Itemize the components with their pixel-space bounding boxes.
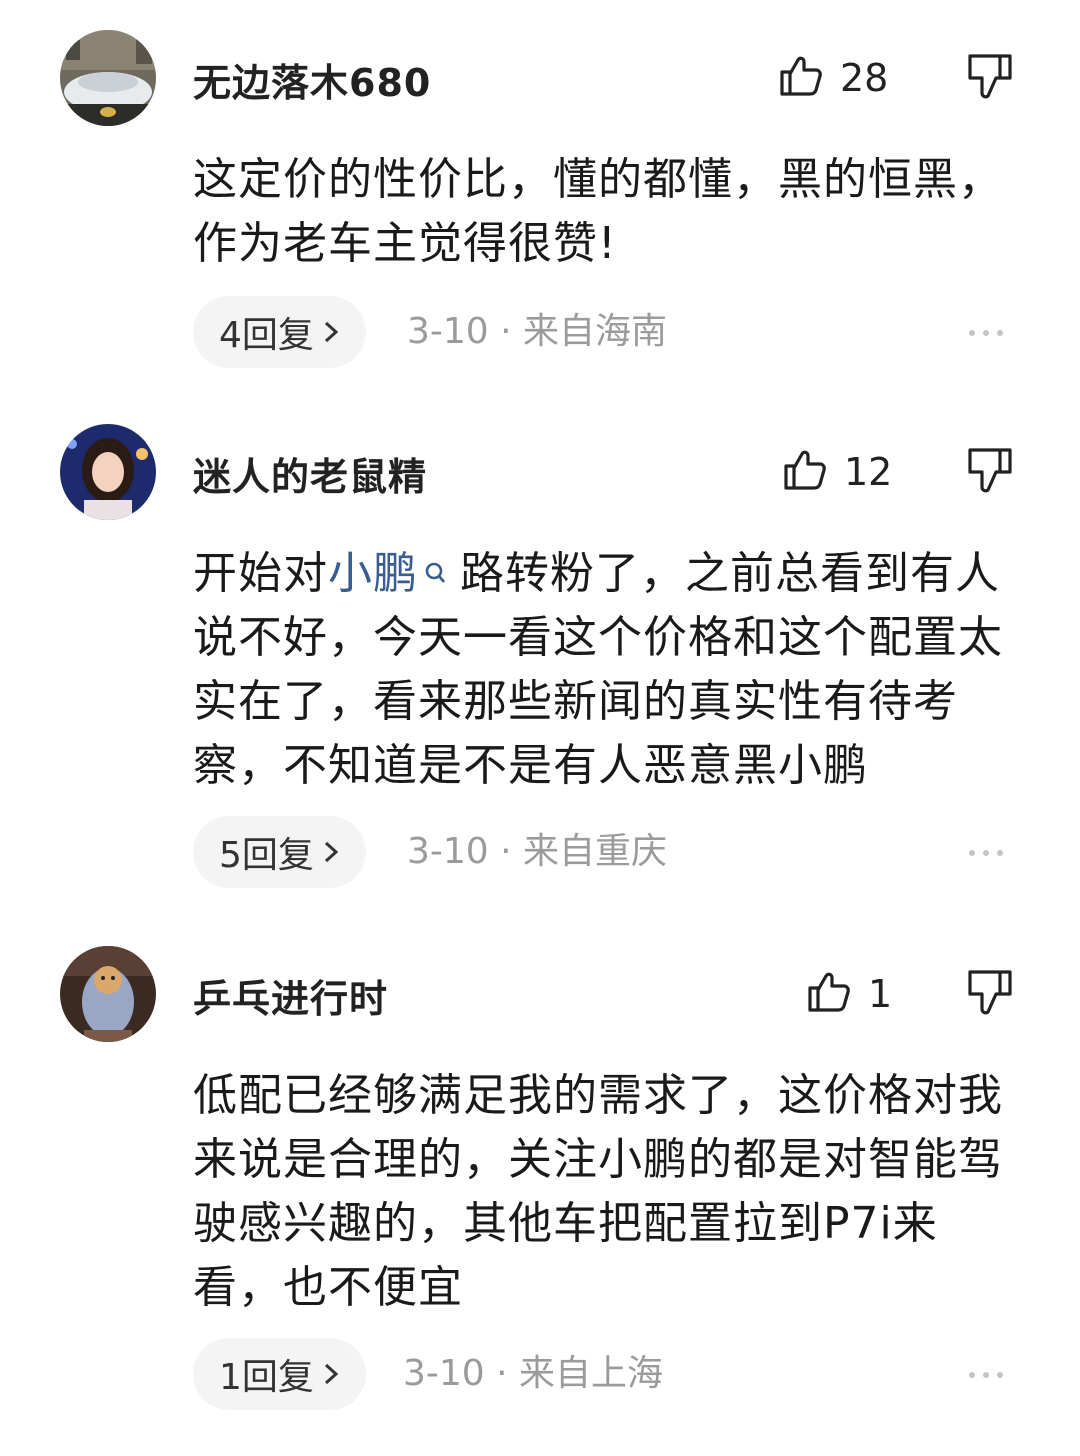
search-icon[interactable] (424, 542, 446, 606)
like-button[interactable]: 1 (804, 964, 892, 1024)
comment-text: 开始对小鹏 路转粉了，之前总看到有人说不好，今天一看这个价格和这个配置太实在了，看… (193, 542, 1023, 798)
comment-meta: 4回复 3-10 · 来自海南 (193, 296, 1023, 368)
replies-button[interactable]: 5回复 (193, 816, 366, 888)
comment-info: 3-10 · 来自上海 (403, 1353, 664, 1394)
topic-link[interactable]: 小鹏 (328, 548, 418, 599)
comment-text: 这定价的性价比，懂的都懂，黑的恒黑，作为老车主觉得很赞! (193, 154, 1003, 269)
more-options-icon[interactable] (969, 1364, 1017, 1384)
replies-label: 5回复 (219, 835, 314, 876)
replies-button[interactable]: 4回复 (193, 296, 366, 368)
comment-location: 来自上海 (519, 1353, 664, 1394)
username[interactable]: 乒乓进行时 (193, 968, 388, 1023)
more-options-icon[interactable] (969, 322, 1017, 342)
dislike-button[interactable] (964, 444, 1016, 500)
like-count: 1 (868, 972, 893, 1016)
comment-item: 无边落木680 28 这定价的性价比，懂的都懂，黑的恒黑，作为老车主觉得很赞! … (0, 30, 1080, 370)
chevron-right-icon (322, 1362, 340, 1386)
thumbs-down-icon (964, 448, 1016, 500)
replies-label: 1回复 (219, 1357, 314, 1398)
comment-info: 3-10 · 来自重庆 (407, 831, 668, 872)
thumbs-up-icon (776, 52, 824, 104)
comment-date: 3-10 (407, 831, 489, 872)
dislike-button[interactable] (964, 50, 1016, 106)
chevron-right-icon (322, 320, 340, 344)
avatar[interactable] (60, 946, 156, 1042)
comment-date: 3-10 (407, 311, 489, 352)
comment-text: 低配已经够满足我的需求了，这价格对我来说是合理的，关注小鹏的都是对智能驾驶感兴趣… (193, 1070, 1003, 1313)
like-button[interactable]: 28 (776, 48, 888, 108)
chevron-right-icon (322, 840, 340, 864)
username[interactable]: 无边落木680 (193, 52, 431, 107)
dog-photo-icon (60, 946, 156, 1042)
more-options-icon[interactable] (969, 842, 1017, 862)
comment-date: 3-10 (403, 1353, 485, 1394)
username[interactable]: 迷人的老鼠精 (193, 446, 427, 501)
comment-item: 乒乓进行时 1 低配已经够满足我的需求了，这价格对我来说是合理的，关注小鹏的都是… (0, 946, 1080, 1416)
thumbs-down-icon (964, 54, 1016, 106)
avatar[interactable] (60, 424, 156, 520)
like-count: 12 (844, 450, 893, 494)
replies-label: 4回复 (219, 315, 314, 356)
car-photo-icon (60, 30, 156, 126)
comment-location: 来自海南 (523, 311, 668, 352)
comment-location: 来自重庆 (523, 831, 668, 872)
thumbs-up-icon (780, 446, 828, 498)
replies-button[interactable]: 1回复 (193, 1338, 366, 1410)
comment-info: 3-10 · 来自海南 (407, 311, 668, 352)
comment-item: 迷人的老鼠精 12 开始对小鹏 路转粉了，之前总看到有人说不好，今天一看这个价格和… (0, 424, 1080, 894)
thumbs-up-icon (804, 968, 852, 1020)
dislike-button[interactable] (964, 966, 1016, 1022)
like-count: 28 (840, 56, 889, 100)
thumbs-down-icon (964, 970, 1016, 1022)
like-button[interactable]: 12 (780, 442, 892, 502)
person-photo-icon (60, 424, 156, 520)
avatar[interactable] (60, 30, 156, 126)
comment-meta: 1回复 3-10 · 来自上海 (193, 1338, 1023, 1410)
comment-meta: 5回复 3-10 · 来自重庆 (193, 816, 1023, 888)
